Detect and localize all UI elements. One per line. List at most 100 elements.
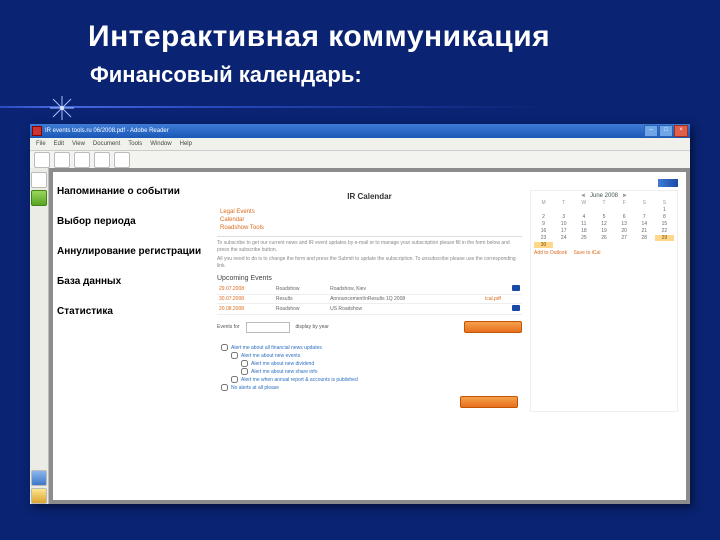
calendar-day[interactable]: 10: [554, 221, 573, 227]
link-ical[interactable]: Save to iCal: [573, 250, 600, 256]
calendar-day[interactable]: 22: [655, 228, 674, 234]
slide-title: Интерактивная коммуникация: [88, 20, 550, 54]
calendar-dow: W: [574, 200, 593, 206]
zoom-button[interactable]: [94, 152, 110, 168]
menu-tools[interactable]: Tools: [128, 141, 142, 147]
menu-file[interactable]: File: [36, 141, 46, 147]
calendar-dow: F: [615, 200, 634, 206]
minimize-button[interactable]: –: [644, 125, 658, 137]
window-titlebar: IR events tools.ru 06/2008.pdf - Adobe R…: [30, 124, 690, 138]
month-calendar: ◄ June 2008 ► MTWTFSS1234567891011121314…: [530, 190, 678, 412]
page-nav-button[interactable]: [74, 152, 90, 168]
menu-window[interactable]: Window: [150, 141, 171, 147]
calendar-day[interactable]: 6: [615, 214, 634, 220]
menu-help[interactable]: Help: [180, 141, 192, 147]
calendar-day: [655, 242, 674, 248]
calendar-day: [615, 242, 634, 248]
menu-view[interactable]: View: [72, 141, 85, 147]
sidebar-share-icon[interactable]: [31, 190, 47, 206]
pdf-sidebar: [30, 168, 49, 504]
close-button[interactable]: ×: [674, 125, 688, 137]
check-new-share[interactable]: Alert me about new share info: [241, 368, 518, 375]
calendar-day[interactable]: 8: [655, 214, 674, 220]
calendar-day: [574, 207, 593, 213]
subscribe-button[interactable]: [460, 396, 518, 408]
calendar-day: [635, 207, 654, 213]
cal-prev-icon[interactable]: ◄: [580, 193, 586, 199]
menu-document[interactable]: Document: [93, 141, 120, 147]
page-content: IR Calendar Legal Events Calendar Roadsh…: [217, 178, 678, 492]
calendar-day[interactable]: 19: [594, 228, 613, 234]
calendar-day: [635, 242, 654, 248]
pdf-page: Напоминание о событии Выбор периода Анну…: [53, 172, 686, 500]
calendar-day[interactable]: 21: [635, 228, 654, 234]
menu-edit[interactable]: Edit: [54, 141, 64, 147]
calendar-title: June 2008: [590, 193, 618, 199]
calendar-day[interactable]: 13: [615, 221, 634, 227]
slide-subtitle: Финансовый календарь:: [90, 62, 362, 88]
period-label: Events for: [217, 324, 240, 330]
callout-period: Выбор периода: [57, 216, 207, 228]
link-calendar[interactable]: Calendar: [220, 217, 519, 223]
callout-database: База данных: [57, 276, 207, 288]
find-button[interactable]: [114, 152, 130, 168]
calendar-day[interactable]: 29: [655, 235, 674, 241]
calendar-day[interactable]: 2: [534, 214, 553, 220]
check-all-updates[interactable]: Alert me about all financial news update…: [221, 344, 518, 351]
calendar-day[interactable]: 14: [635, 221, 654, 227]
calendar-day: [534, 207, 553, 213]
calendar-day[interactable]: 4: [574, 214, 593, 220]
check-new-dividend[interactable]: Alert me about new dividend: [241, 360, 518, 367]
link-legal-events[interactable]: Legal Events: [220, 209, 519, 215]
callout-unregister: Аннулирование регистрации: [57, 246, 207, 258]
calendar-day[interactable]: 26: [594, 235, 613, 241]
calendar-day[interactable]: 18: [574, 228, 593, 234]
calendar-day: [594, 207, 613, 213]
calendar-day[interactable]: 28: [635, 235, 654, 241]
calendar-dow: M: [534, 200, 553, 206]
calendar-dow: T: [594, 200, 613, 206]
save-button[interactable]: [54, 152, 70, 168]
calendar-day[interactable]: 25: [574, 235, 593, 241]
calendar-day[interactable]: 20: [615, 228, 634, 234]
upcoming-events-heading: Upcoming Events: [217, 275, 522, 282]
maximize-button[interactable]: □: [659, 125, 673, 137]
calendar-day[interactable]: 12: [594, 221, 613, 227]
calendar-day[interactable]: 15: [655, 221, 674, 227]
table-row: 20.08.2008RoadshowUS Roadshow: [217, 304, 522, 315]
calendar-day[interactable]: 27: [615, 235, 634, 241]
calendar-day[interactable]: 16: [534, 228, 553, 234]
table-row: 30.07.2008ResultsAnnouncement\nResults 1…: [217, 295, 522, 304]
calendar-day[interactable]: 5: [594, 214, 613, 220]
calendar-day[interactable]: 1: [655, 207, 674, 213]
calendar-day[interactable]: 23: [534, 235, 553, 241]
download-icon[interactable]: [512, 305, 520, 311]
callouts-panel: Напоминание о событии Выбор периода Анну…: [53, 172, 211, 500]
starburst-icon: [50, 96, 74, 120]
calendar-day[interactable]: 30: [534, 242, 553, 248]
calendar-day[interactable]: 24: [554, 235, 573, 241]
window-title-text: IR events tools.ru 06/2008.pdf - Adobe R…: [45, 128, 169, 134]
check-new-events[interactable]: Alert me about new events: [231, 352, 518, 359]
window-controls: – □ ×: [644, 125, 688, 137]
calendar-day[interactable]: 7: [635, 214, 654, 220]
link-outlook[interactable]: Add to Outlook: [534, 250, 567, 256]
check-no-alerts[interactable]: No alerts at all please: [221, 384, 518, 391]
calendar-day: [574, 242, 593, 248]
calendar-day[interactable]: 17: [554, 228, 573, 234]
calendar-day[interactable]: 9: [534, 221, 553, 227]
download-icon[interactable]: [512, 285, 520, 291]
submit-button[interactable]: [464, 321, 522, 333]
sidebar-attach-icon[interactable]: [31, 470, 47, 486]
sidebar-pages-icon[interactable]: [31, 172, 47, 188]
calendar-day[interactable]: 11: [574, 221, 593, 227]
period-select[interactable]: [246, 322, 290, 333]
calendar-day[interactable]: 3: [554, 214, 573, 220]
cal-next-icon[interactable]: ►: [622, 193, 628, 199]
check-annual-report[interactable]: Alert me when annual report & accounts i…: [231, 376, 518, 383]
sidebar-folder-icon[interactable]: [31, 488, 47, 504]
print-button[interactable]: [34, 152, 50, 168]
period-selector-row: Events for display by year: [217, 321, 522, 333]
page-title: IR Calendar: [217, 192, 522, 201]
link-roadshow-tools[interactable]: Roadshow Tools: [220, 225, 519, 231]
